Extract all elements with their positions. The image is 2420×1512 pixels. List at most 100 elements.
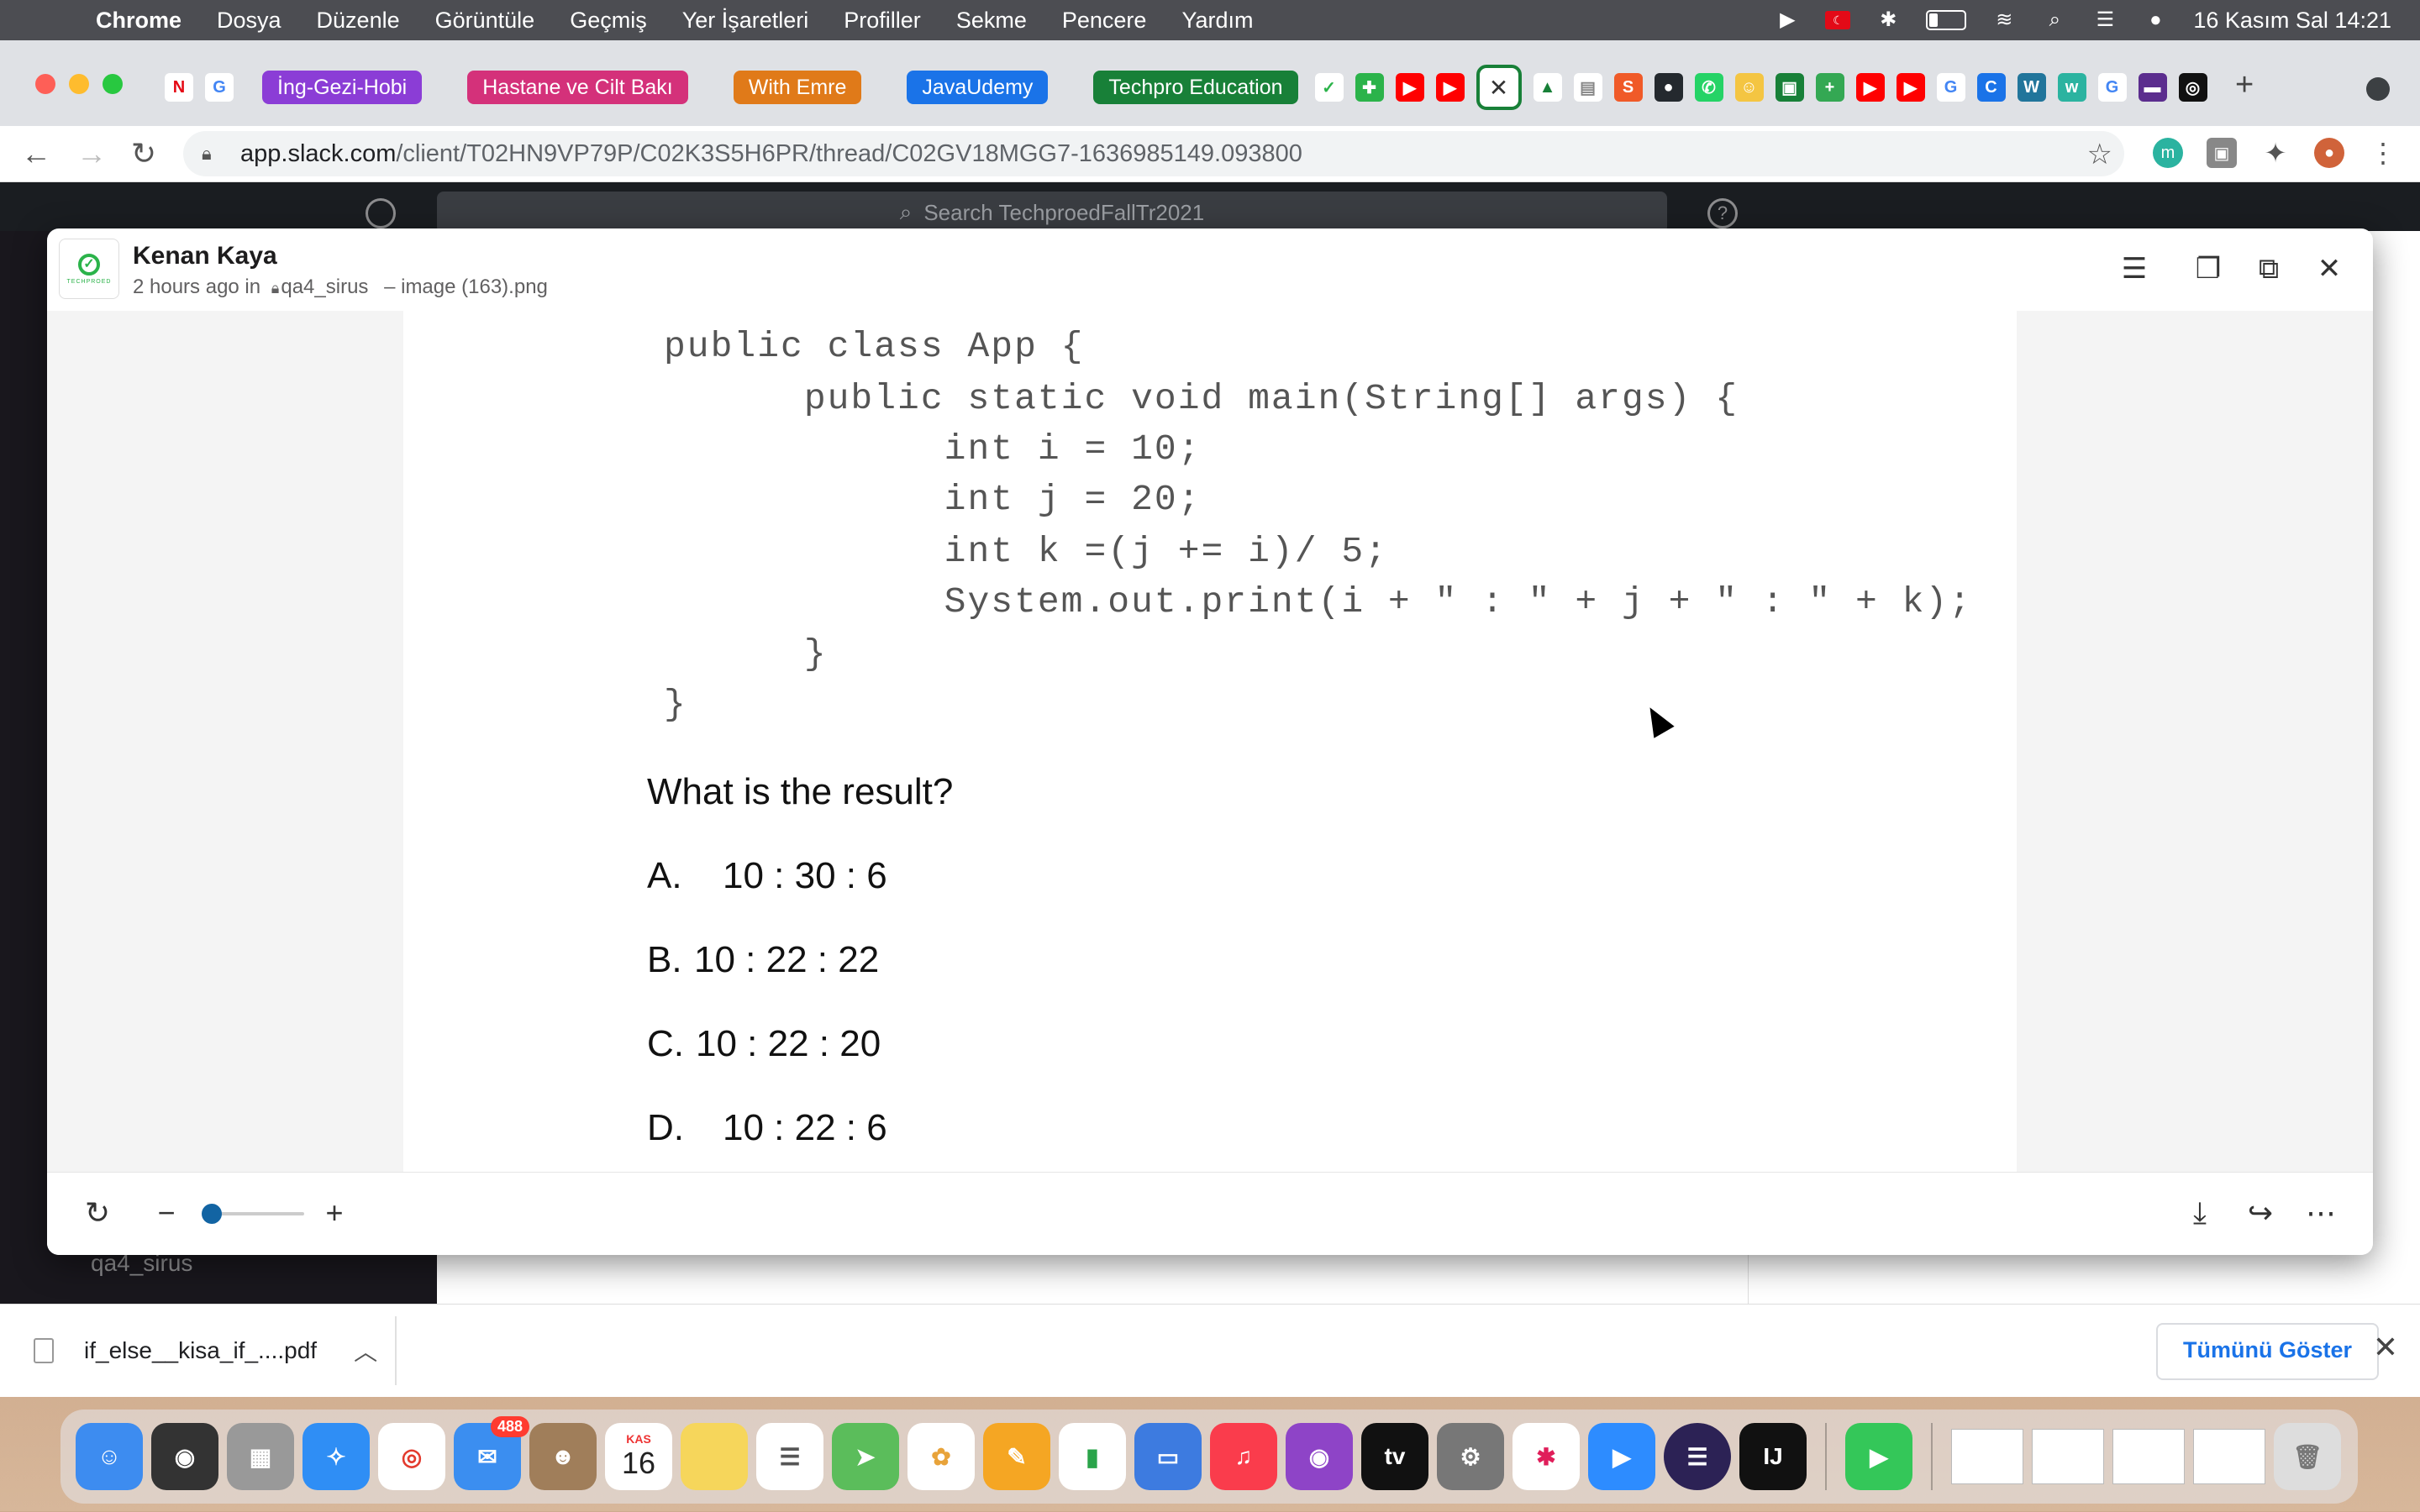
back-arrow-icon[interactable]: ←: [18, 136, 54, 171]
c-tab-icon[interactable]: C: [1976, 73, 2006, 102]
tab-group-hastane[interactable]: Hastane ve Cilt Bakı: [467, 71, 688, 104]
m-extension-icon[interactable]: m: [2153, 138, 2183, 168]
channel-link[interactable]: qa4_sirus: [281, 276, 368, 298]
show-all-downloads-button[interactable]: Tümünü Göster: [2156, 1323, 2379, 1380]
music-icon[interactable]: ♫: [1210, 1423, 1277, 1490]
zoom-icon[interactable]: ▶: [1588, 1423, 1655, 1490]
copy-icon[interactable]: ❐: [2191, 252, 2225, 286]
pages-icon[interactable]: ✎: [983, 1423, 1050, 1490]
tab-group-techpro[interactable]: Techpro Education: [1093, 71, 1298, 104]
zoom-out-icon[interactable]: −: [148, 1194, 185, 1231]
menu-profiles[interactable]: Profiller: [844, 8, 921, 34]
comment-icon[interactable]: ☰: [2118, 252, 2151, 286]
active-tab-close-icon[interactable]: ✕: [1476, 65, 1522, 110]
close-icon[interactable]: ✕: [2373, 1330, 2398, 1365]
control-center-icon[interactable]: ☰: [2092, 8, 2118, 33]
plus-circle-tab-icon[interactable]: +: [1815, 73, 1844, 102]
mail-icon[interactable]: ✉ 488: [454, 1416, 529, 1490]
spotlight-search-icon[interactable]: ⌕: [2042, 8, 2067, 33]
extensions-puzzle-icon[interactable]: ✦: [2260, 138, 2291, 168]
chrome-menu-icon[interactable]: ⋮: [2368, 138, 2398, 168]
youtube-tab-icon[interactable]: ▶: [1855, 73, 1885, 102]
bluetooth-icon[interactable]: ✱: [1876, 8, 1901, 33]
avatar[interactable]: ✓ TECHPROED: [59, 239, 119, 299]
menu-history[interactable]: Geçmiş: [570, 8, 647, 34]
finder-icon[interactable]: ☺: [76, 1423, 143, 1490]
minimized-window[interactable]: [2032, 1429, 2104, 1484]
apple-tv-icon[interactable]: tv: [1361, 1423, 1428, 1490]
profile-avatar[interactable]: ●: [2314, 138, 2344, 168]
techpro-check-tab-icon[interactable]: ✓: [1314, 73, 1344, 102]
play-status-icon[interactable]: ▶: [1775, 8, 1800, 33]
podcasts-icon[interactable]: ◉: [1286, 1423, 1353, 1490]
maps-icon[interactable]: ➤: [832, 1423, 899, 1490]
plus-cross-tab-icon[interactable]: ✚: [1355, 73, 1384, 102]
youtube-tab-icon[interactable]: ▶: [1395, 73, 1424, 102]
address-bar[interactable]: 🔒︎ app.slack.com/client/T02HN9VP79P/C02K…: [183, 131, 2124, 176]
netflix-tab-icon[interactable]: N: [165, 73, 193, 102]
share-icon[interactable]: ↪: [2242, 1194, 2279, 1231]
siri-icon[interactable]: ●: [2143, 8, 2168, 33]
help-icon[interactable]: ?: [1707, 198, 1738, 228]
notes-icon[interactable]: [681, 1423, 748, 1490]
slack-search-bar[interactable]: ⌕ Search TechproedFallTr2021: [437, 192, 1667, 234]
slack-icon[interactable]: ✱: [1512, 1423, 1580, 1490]
bookmark-star-icon[interactable]: ☆: [2087, 138, 2112, 171]
fullscreen-window-icon[interactable]: [103, 74, 123, 94]
message-time[interactable]: 2 hours ago in: [133, 276, 260, 298]
open-external-icon[interactable]: ⧉: [2252, 252, 2286, 286]
google-tab-icon[interactable]: G: [205, 73, 234, 102]
history-icon[interactable]: [366, 198, 396, 228]
minimized-window[interactable]: [1951, 1429, 2023, 1484]
zoom-slider[interactable]: [201, 1204, 304, 1224]
close-icon[interactable]: ✕: [2312, 252, 2346, 286]
facetime-icon[interactable]: ▶: [1845, 1423, 1912, 1490]
minimized-window[interactable]: [2112, 1429, 2185, 1484]
tab-search-icon[interactable]: [2366, 77, 2390, 101]
w-tab-icon[interactable]: w: [2057, 73, 2086, 102]
numbers-icon[interactable]: ▮: [1059, 1423, 1126, 1490]
drive-tab-icon[interactable]: ▲: [1533, 73, 1562, 102]
whatsapp-tab-icon[interactable]: ✆: [1694, 73, 1723, 102]
menu-help[interactable]: Yardım: [1181, 8, 1253, 34]
reminders-icon[interactable]: ☰: [756, 1423, 823, 1490]
minimized-window[interactable]: [2193, 1429, 2265, 1484]
minimize-window-icon[interactable]: [69, 74, 89, 94]
rotate-icon[interactable]: ↻: [79, 1194, 116, 1231]
github-tab-icon[interactable]: ●: [1654, 73, 1683, 102]
eclipse-icon[interactable]: ☰: [1664, 1423, 1731, 1490]
url-text[interactable]: app.slack.com/client/T02HN9VP79P/C02K3S5…: [240, 140, 1302, 168]
sender-name[interactable]: Kenan Kaya: [133, 242, 277, 270]
system-preferences-icon[interactable]: ⚙: [1437, 1423, 1504, 1490]
launchpad-icon[interactable]: ▦: [227, 1423, 294, 1490]
youtube-tab-icon[interactable]: ▶: [1435, 73, 1465, 102]
google-tab-icon[interactable]: G: [2097, 73, 2127, 102]
download-icon[interactable]: ⤓: [2181, 1194, 2218, 1231]
calendar-icon[interactable]: KAS 16: [605, 1423, 672, 1490]
reload-icon[interactable]: ↻: [126, 136, 161, 171]
menu-tab[interactable]: Sekme: [956, 8, 1027, 34]
keynote-icon[interactable]: ▭: [1134, 1423, 1202, 1490]
zoom-in-icon[interactable]: +: [316, 1194, 353, 1231]
intellij-icon[interactable]: IJ: [1739, 1423, 1807, 1490]
menu-file[interactable]: Dosya: [217, 8, 281, 34]
chrome-icon[interactable]: ◎: [378, 1423, 445, 1490]
lock-icon[interactable]: 🔒︎: [202, 143, 220, 165]
tab-group-javaudemy[interactable]: JavaUdemy: [907, 71, 1049, 104]
imdb-tab-icon[interactable]: ▬: [2138, 73, 2167, 102]
photos-icon[interactable]: ✿: [908, 1423, 975, 1490]
trash-icon[interactable]: 🗑︎: [2274, 1423, 2341, 1490]
new-tab-button[interactable]: +: [2235, 67, 2254, 103]
menu-edit[interactable]: Düzenle: [317, 8, 400, 34]
tab-group-with-emre[interactable]: With Emre: [733, 71, 862, 104]
document-tab-icon[interactable]: ▤: [1573, 73, 1602, 102]
menu-window[interactable]: Pencere: [1062, 8, 1147, 34]
avatar-tab-icon[interactable]: ☺: [1734, 73, 1764, 102]
download-item[interactable]: if_else__kisa_if_....pdf ︿: [34, 1326, 377, 1375]
siri-icon[interactable]: ◉: [151, 1423, 218, 1490]
s-tab-icon[interactable]: S: [1613, 73, 1643, 102]
menu-bookmarks[interactable]: Yer İşaretleri: [682, 8, 809, 34]
copy-extension-icon[interactable]: ▣: [2207, 138, 2237, 168]
chevron-up-icon[interactable]: ︿: [354, 1334, 377, 1368]
close-window-icon[interactable]: [35, 74, 55, 94]
